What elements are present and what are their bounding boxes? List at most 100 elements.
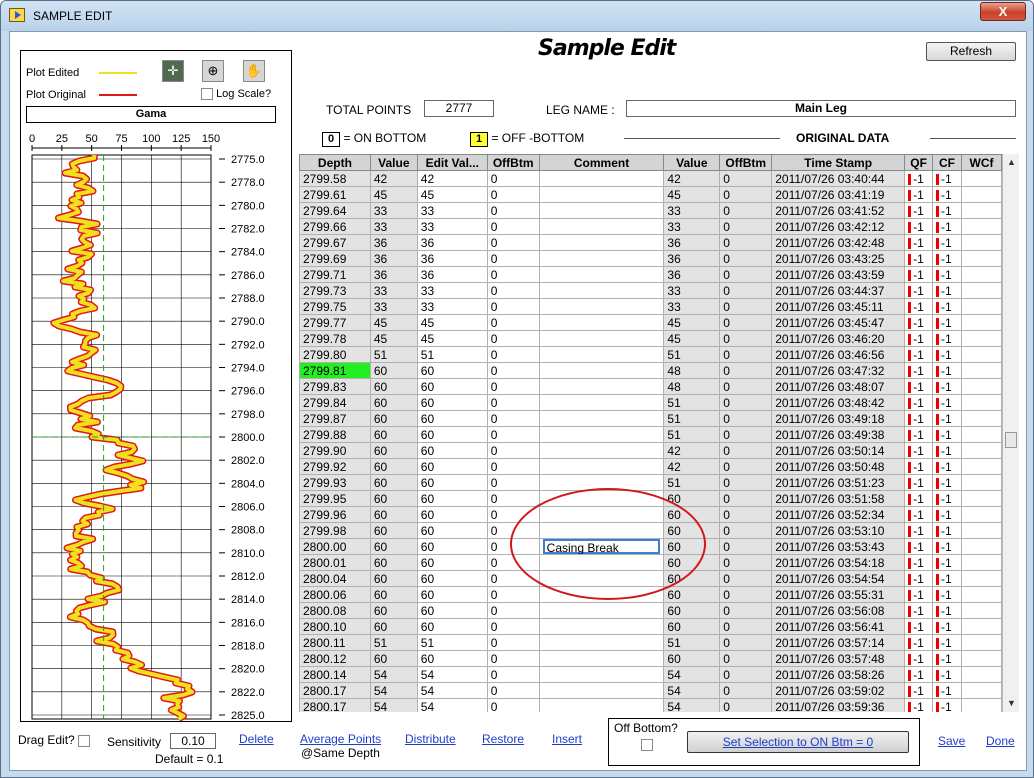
gamma-log-plot[interactable]: 0 25 50 75 100 125 150 2775.0 2778.0 2780.0 2782.0… (21, 131, 293, 721)
orig-value-cell[interactable]: 60 (663, 554, 721, 571)
value-cell[interactable]: 36 (369, 266, 418, 283)
value-cell[interactable]: 60 (369, 586, 418, 603)
comment-cell[interactable] (538, 250, 665, 267)
drag-edit-checkbox[interactable] (78, 734, 91, 747)
wcf-cell[interactable] (961, 234, 1002, 251)
table-row[interactable]: 2800.17 54 54 0 54 0 2011/07/26 03:59:02 -1 -1 (299, 682, 1002, 699)
table-row[interactable]: 2800.04 60 60 0 60 0 2011/07/26 03:54:54 -1 -1 (299, 570, 1002, 587)
wcf-cell[interactable] (961, 698, 1002, 712)
orig-value-cell[interactable]: 54 (663, 666, 721, 683)
orig-offbtm-cell[interactable]: 0 (719, 234, 773, 251)
edit-value-cell[interactable]: 60 (416, 506, 488, 523)
qf-cell[interactable]: -1 (904, 474, 934, 491)
delete-link[interactable]: Delete (239, 732, 274, 746)
comment-cell[interactable] (538, 426, 665, 443)
timestamp-cell[interactable]: 2011/07/26 03:56:41 (771, 618, 906, 635)
depth-cell[interactable]: 2799.92 (299, 458, 371, 475)
table-row[interactable]: 2800.10 60 60 0 60 0 2011/07/26 03:56:41 -1 -1 (299, 618, 1002, 635)
qf-cell[interactable]: -1 (904, 186, 934, 203)
depth-cell[interactable]: 2800.08 (299, 602, 371, 619)
orig-value-cell[interactable]: 33 (663, 218, 721, 235)
comment-cell[interactable] (538, 666, 665, 683)
comment-cell[interactable] (538, 394, 665, 411)
cf-cell[interactable]: -1 (932, 378, 962, 395)
orig-value-cell[interactable]: 54 (663, 682, 721, 699)
qf-cell[interactable]: -1 (904, 250, 934, 267)
cf-cell[interactable]: -1 (932, 682, 962, 699)
table-row[interactable]: 2800.01 60 60 0 60 0 2011/07/26 03:54:18 -1 -1 (299, 554, 1002, 571)
orig-offbtm-cell[interactable]: 0 (719, 634, 773, 651)
wcf-cell[interactable] (961, 282, 1002, 299)
offbtm-cell[interactable]: 0 (486, 458, 540, 475)
comment-cell[interactable] (538, 202, 665, 219)
pan-tool-button[interactable]: ✋ (243, 60, 265, 82)
comment-cell[interactable] (538, 634, 665, 651)
cf-cell[interactable]: -1 (932, 650, 962, 667)
value-cell[interactable]: 54 (369, 666, 418, 683)
orig-value-cell[interactable]: 60 (663, 522, 721, 539)
orig-value-cell[interactable]: 60 (663, 538, 721, 555)
value-cell[interactable]: 36 (369, 234, 418, 251)
comment-cell[interactable] (538, 618, 665, 635)
depth-cell[interactable]: 2799.66 (299, 218, 371, 235)
cf-cell[interactable]: -1 (932, 282, 962, 299)
comment-cell[interactable] (538, 602, 665, 619)
timestamp-cell[interactable]: 2011/07/26 03:43:25 (771, 250, 906, 267)
cf-cell[interactable]: -1 (932, 554, 962, 571)
wcf-cell[interactable] (961, 458, 1002, 475)
orig-offbtm-cell[interactable]: 0 (719, 570, 773, 587)
column-header[interactable]: Edit Val... (416, 154, 488, 171)
table-row[interactable]: 2799.93 60 60 0 51 0 2011/07/26 03:51:23 -1 -1 (299, 474, 1002, 491)
cf-cell[interactable]: -1 (932, 458, 962, 475)
timestamp-cell[interactable]: 2011/07/26 03:53:43 (771, 538, 906, 555)
offbtm-cell[interactable]: 0 (486, 666, 540, 683)
timestamp-cell[interactable]: 2011/07/26 03:57:14 (771, 634, 906, 651)
qf-cell[interactable]: -1 (904, 426, 934, 443)
cf-cell[interactable]: -1 (932, 426, 962, 443)
depth-cell[interactable]: 2799.73 (299, 282, 371, 299)
comment-cell[interactable] (538, 298, 665, 315)
wcf-cell[interactable] (961, 426, 1002, 443)
comment-cell[interactable] (538, 282, 665, 299)
table-row[interactable]: 2799.75 33 33 0 33 0 2011/07/26 03:45:11 -1 -1 (299, 298, 1002, 315)
offbtm-cell[interactable]: 0 (486, 682, 540, 699)
wcf-cell[interactable] (961, 650, 1002, 667)
comment-input[interactable]: Casing Break (542, 539, 661, 554)
cf-cell[interactable]: -1 (932, 490, 962, 507)
orig-offbtm-cell[interactable]: 0 (719, 170, 773, 187)
offbtm-cell[interactable]: 0 (486, 442, 540, 459)
edit-value-cell[interactable]: 60 (416, 490, 488, 507)
orig-value-cell[interactable]: 51 (663, 346, 721, 363)
timestamp-cell[interactable]: 2011/07/26 03:49:18 (771, 410, 906, 427)
table-row[interactable]: 2799.77 45 45 0 45 0 2011/07/26 03:45:47 -1 -1 (299, 314, 1002, 331)
comment-cell[interactable] (538, 522, 665, 539)
orig-value-cell[interactable]: 51 (663, 426, 721, 443)
orig-value-cell[interactable]: 48 (663, 362, 721, 379)
column-header[interactable]: Value (369, 154, 418, 171)
comment-cell[interactable] (538, 378, 665, 395)
value-cell[interactable]: 60 (369, 506, 418, 523)
orig-value-cell[interactable]: 48 (663, 378, 721, 395)
offbtm-cell[interactable]: 0 (486, 410, 540, 427)
timestamp-cell[interactable]: 2011/07/26 03:50:48 (771, 458, 906, 475)
wcf-cell[interactable] (961, 250, 1002, 267)
edit-value-cell[interactable]: 60 (416, 394, 488, 411)
orig-offbtm-cell[interactable]: 0 (719, 666, 773, 683)
depth-cell[interactable]: 2799.61 (299, 186, 371, 203)
wcf-cell[interactable] (961, 314, 1002, 331)
depth-cell[interactable]: 2799.90 (299, 442, 371, 459)
depth-cell[interactable]: 2799.77 (299, 314, 371, 331)
value-cell[interactable]: 54 (369, 682, 418, 699)
grid-scrollbar[interactable]: ▲ ▼ (1002, 154, 1019, 712)
depth-cell[interactable]: 2799.95 (299, 490, 371, 507)
table-row[interactable]: 2799.66 33 33 0 33 0 2011/07/26 03:42:12 -1 -1 (299, 218, 1002, 235)
wcf-cell[interactable] (961, 378, 1002, 395)
cf-cell[interactable]: -1 (932, 266, 962, 283)
comment-cell[interactable] (538, 698, 665, 712)
edit-value-cell[interactable]: 60 (416, 522, 488, 539)
orig-offbtm-cell[interactable]: 0 (719, 218, 773, 235)
done-link[interactable]: Done (986, 734, 1015, 748)
comment-cell[interactable] (538, 170, 665, 187)
offbtm-cell[interactable]: 0 (486, 202, 540, 219)
table-row[interactable]: 2800.11 51 51 0 51 0 2011/07/26 03:57:14 -1 -1 (299, 634, 1002, 651)
